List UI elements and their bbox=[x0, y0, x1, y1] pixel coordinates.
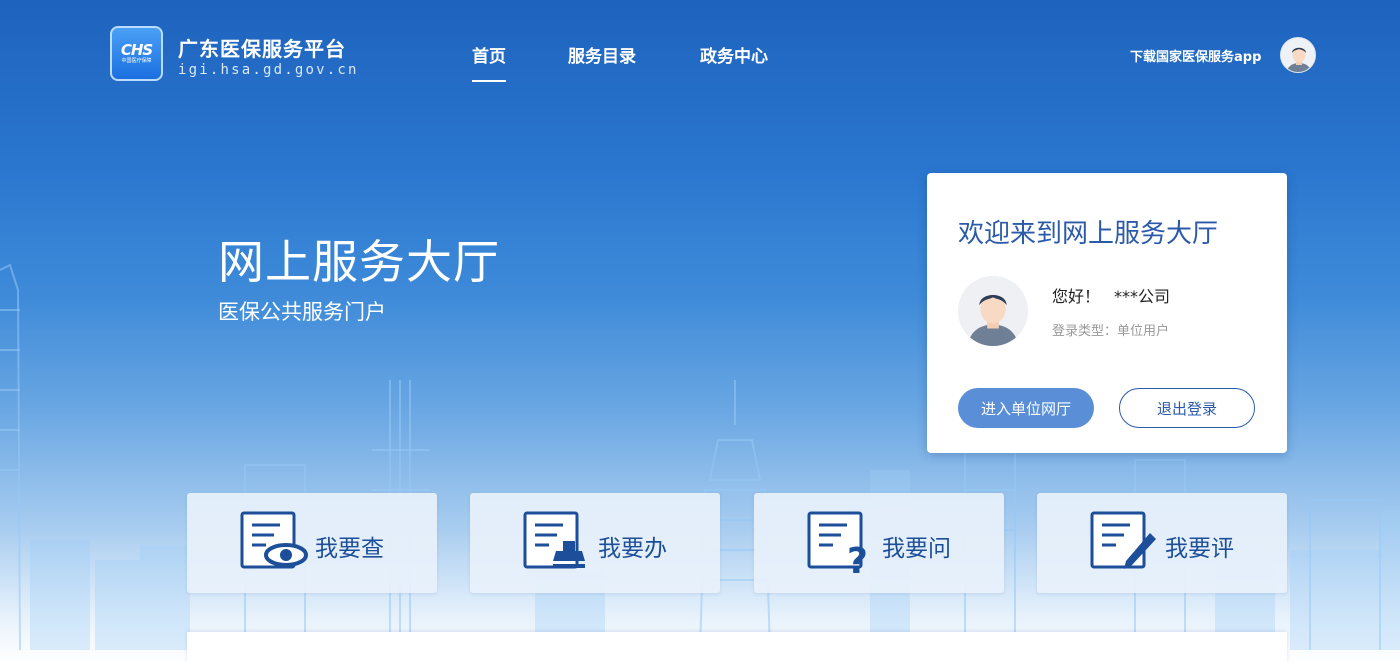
content-panel bbox=[187, 632, 1287, 662]
card-title: 欢迎来到网上服务大厅 bbox=[958, 219, 1219, 249]
login-type: 登录类型：单位用户 bbox=[1052, 324, 1170, 339]
logout-button[interactable]: 退出登录 bbox=[1119, 388, 1255, 428]
tile-label: 我要办 bbox=[598, 536, 667, 562]
doc-question-icon: ? bbox=[807, 511, 868, 575]
doc-stamp-icon bbox=[523, 511, 585, 569]
tile-label: 我要查 bbox=[315, 536, 384, 562]
tile-label: 我要问 bbox=[882, 536, 951, 562]
nav-home[interactable]: 首页 bbox=[472, 42, 506, 82]
service-tile-handle[interactable]: 我要办 bbox=[470, 493, 720, 593]
svg-text:?: ? bbox=[847, 541, 868, 575]
avatar-icon bbox=[958, 276, 1028, 346]
tile-label: 我要评 bbox=[1165, 536, 1234, 562]
doc-pen-icon bbox=[1090, 511, 1156, 569]
user-avatar[interactable] bbox=[1280, 37, 1316, 73]
greeting-line: 您好！ ***公司 bbox=[1052, 283, 1170, 307]
company-name: ***公司 bbox=[1114, 287, 1171, 306]
logo-subtext: 中国医疗保障 bbox=[121, 58, 152, 64]
nav-service-catalog[interactable]: 服务目录 bbox=[568, 42, 636, 67]
nav-government-center[interactable]: 政务中心 bbox=[700, 42, 768, 67]
greeting-text: 您好！ bbox=[1052, 287, 1101, 306]
doc-eye-icon bbox=[240, 511, 308, 569]
service-tile-query[interactable]: 我要查 bbox=[187, 493, 437, 593]
logo-text: CHS bbox=[120, 41, 153, 59]
user-avatar-large bbox=[958, 276, 1028, 346]
avatar-icon bbox=[1281, 38, 1315, 72]
site-title[interactable]: 广东医保服务平台 bbox=[178, 33, 346, 62]
top-header: CHS 中国医疗保障 广东医保服务平台 igi.hsa.gd.gov.cn 首页… bbox=[0, 0, 1400, 100]
site-url: igi.hsa.gd.gov.cn bbox=[178, 62, 359, 78]
chs-logo[interactable]: CHS 中国医疗保障 bbox=[110, 26, 163, 81]
service-tile-ask[interactable]: ? 我要问 bbox=[754, 493, 1004, 593]
hero-subtitle: 医保公共服务门户 bbox=[218, 300, 386, 324]
login-status-card: 欢迎来到网上服务大厅 您好！ ***公司 登录类型：单位用户 进入单位网厅 退出登… bbox=[927, 173, 1287, 453]
download-app-link[interactable]: 下载国家医保服务app bbox=[1130, 46, 1261, 65]
hero-title: 网上服务大厅 bbox=[218, 235, 500, 289]
service-tile-review[interactable]: 我要评 bbox=[1037, 493, 1287, 593]
enter-unit-hall-button[interactable]: 进入单位网厅 bbox=[958, 388, 1094, 428]
